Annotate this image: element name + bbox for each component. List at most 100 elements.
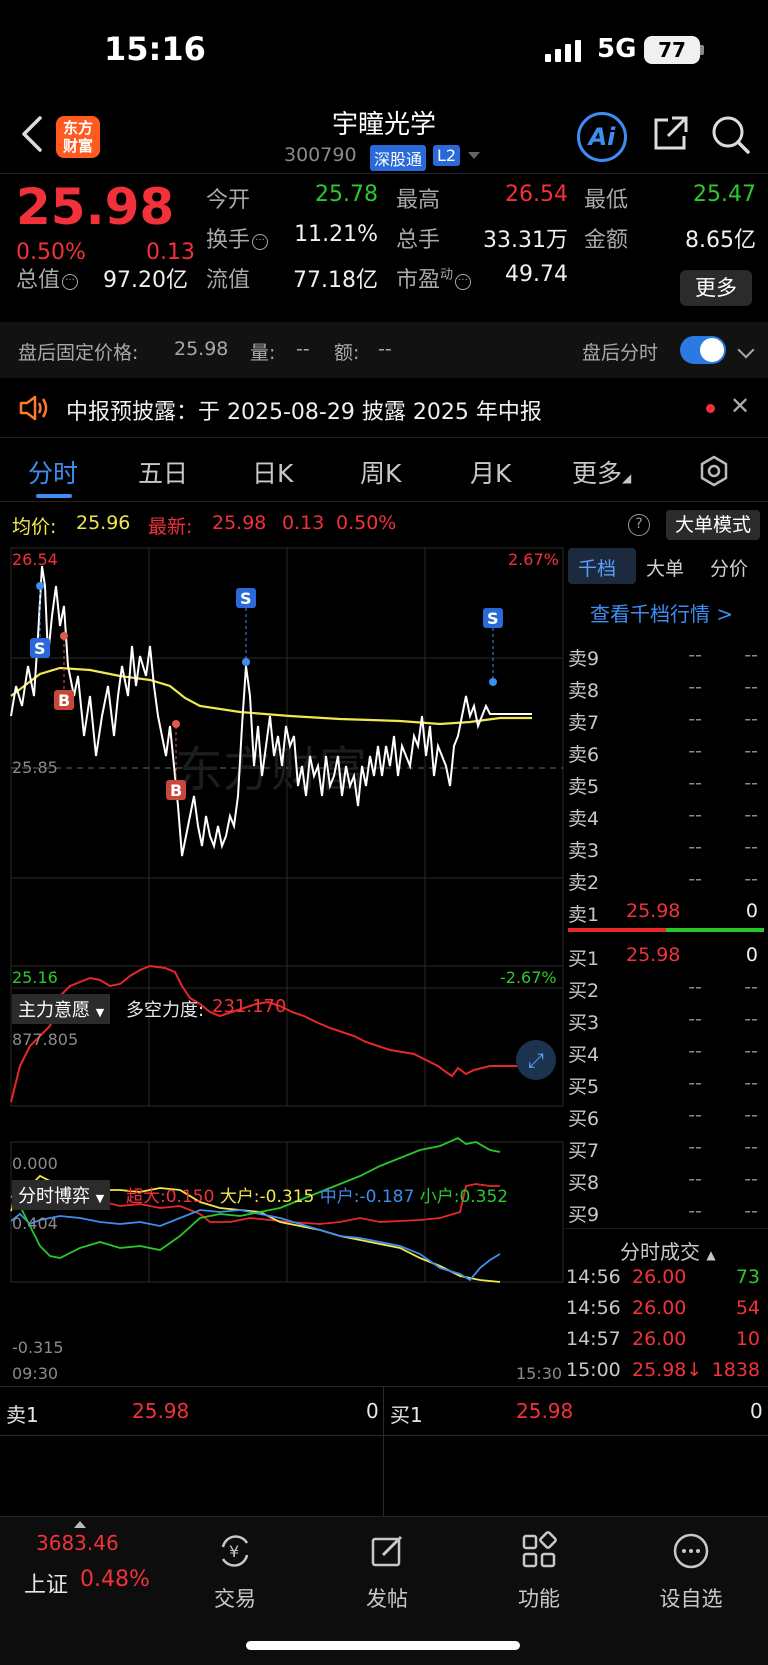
after-vol-label: 量:	[250, 342, 276, 364]
home-indicator[interactable]	[246, 1641, 520, 1650]
index-percent[interactable]: 0.48%	[80, 1567, 150, 1592]
legend-mid-value: -0.187	[359, 1187, 415, 1207]
ind2-y-min: -0.315	[12, 1338, 64, 1357]
bids-row[interactable]: 买4 -- --	[566, 1036, 764, 1068]
bids-level-label: 买4	[568, 1044, 600, 1066]
legend-small-label: 小户:	[419, 1187, 460, 1207]
asks-row[interactable]: 卖9 -- --	[566, 640, 764, 672]
tab-price-dist[interactable]: 分价	[710, 554, 748, 581]
asks-level-price: --	[688, 836, 702, 858]
asks-row[interactable]: 卖8 -- --	[566, 672, 764, 704]
indicator2-select[interactable]: 分时博弈 ▼	[12, 1180, 111, 1210]
y-mid-label: 25.85	[12, 758, 58, 777]
asks-level-volume: 0	[745, 900, 758, 922]
gear-icon[interactable]	[697, 454, 731, 488]
tab-more[interactable]: 更多◢	[572, 454, 631, 490]
asks-row[interactable]: 卖3 -- --	[566, 832, 764, 864]
nav-functions[interactable]: 功能	[484, 1531, 594, 1611]
tab-intraday[interactable]: 分时	[28, 454, 78, 490]
latest-value: 25.98	[212, 512, 267, 534]
tab-daily[interactable]: 日K	[252, 454, 293, 490]
more-info-icon[interactable]: ···	[252, 234, 269, 250]
asks-row[interactable]: 卖1 25.98 0	[566, 896, 764, 928]
latest-percent: 0.50%	[336, 512, 397, 534]
indicator1-select[interactable]: 主力意愿 ▼	[12, 994, 111, 1024]
sell-marker[interactable]: S	[483, 608, 503, 686]
bids-row[interactable]: 买9 -- --	[566, 1196, 764, 1228]
share-icon[interactable]	[650, 114, 690, 154]
bids-level-price: --	[688, 1136, 702, 1158]
bids-level-volume: --	[744, 1136, 758, 1158]
nav-add-watchlist[interactable]: 设自选	[636, 1531, 746, 1611]
trade-price: 26.00	[632, 1266, 687, 1288]
bids-row[interactable]: 买6 -- --	[566, 1100, 764, 1132]
index-name[interactable]: 上证	[24, 1567, 68, 1599]
asks-level-price: --	[688, 804, 702, 826]
pe-type: 动	[440, 267, 454, 283]
buy-marker[interactable]: B	[54, 632, 74, 710]
tab-weekly[interactable]: 周K	[360, 454, 401, 490]
turnover-label[interactable]: 换手 ···	[206, 222, 269, 254]
pe-label-text: 市盈	[396, 268, 441, 293]
bids-row[interactable]: 买8 -- --	[566, 1164, 764, 1196]
nav-trade[interactable]: ¥ 交易	[180, 1531, 290, 1611]
chevron-down-icon[interactable]	[737, 341, 755, 359]
index-value[interactable]: 3683.46	[36, 1531, 119, 1555]
ind2-y-max: 0.404	[12, 1214, 58, 1233]
more-info-icon[interactable]: ···	[62, 274, 79, 290]
tab-big-orders[interactable]: 大单	[646, 554, 684, 581]
chevron-down-icon[interactable]	[468, 152, 480, 159]
nav-functions-label: 功能	[518, 1587, 560, 1611]
asks-level-price: --	[688, 708, 702, 730]
asks-row[interactable]: 卖2 -- --	[566, 864, 764, 896]
y-min-label: 25.16	[12, 968, 58, 987]
mktcap-label[interactable]: 总值 ···	[16, 262, 79, 294]
help-icon[interactable]: ?	[628, 514, 650, 536]
open-label: 今开	[206, 188, 251, 213]
nav-post[interactable]: 发帖	[332, 1531, 442, 1611]
asks-row[interactable]: 卖7 -- --	[566, 704, 764, 736]
bids-row[interactable]: 买1 25.98 0	[566, 940, 764, 972]
asks-row[interactable]: 卖6 -- --	[566, 736, 764, 768]
buy-marker-label: B	[170, 781, 182, 800]
view-depth-link[interactable]: 查看千档行情 >	[590, 598, 733, 627]
close-icon[interactable]: ✕	[730, 392, 750, 420]
ind1-y-min: 0.000	[12, 1154, 58, 1173]
big-order-mode-button[interactable]: 大单模式	[666, 510, 760, 540]
search-icon[interactable]	[710, 114, 752, 156]
caret-up-icon	[74, 1521, 86, 1528]
expand-icon[interactable]: ⤢	[516, 1040, 556, 1080]
trade-price: 25.98↓	[632, 1359, 703, 1381]
more-button[interactable]: 更多	[680, 270, 752, 306]
sell-marker[interactable]: S	[236, 588, 256, 666]
ai-button[interactable]: Ai	[577, 112, 627, 162]
nav-add-watchlist-label: 设自选	[659, 1587, 723, 1611]
asks-row[interactable]: 卖4 -- --	[566, 800, 764, 832]
tab-monthly[interactable]: 月K	[470, 454, 511, 490]
bids-level-volume: --	[744, 1040, 758, 1062]
grid-icon	[522, 1531, 557, 1568]
asks-level-volume: --	[744, 772, 758, 794]
watermark: 东方财富	[175, 742, 367, 798]
indicator1-grid	[10, 965, 564, 1107]
intraday-chart[interactable]: 东方财富 S B B S S	[0, 546, 564, 1388]
tab-5day[interactable]: 五日	[138, 454, 188, 490]
after-hours-row: 盘后固定价格: 25.98 量: -- 额: -- 盘后分时	[0, 322, 768, 378]
bids-row[interactable]: 买3 -- --	[566, 1004, 764, 1036]
bids-level-price: 25.98	[626, 944, 681, 966]
legend-mid-label: 中户:	[319, 1187, 360, 1207]
bids-row[interactable]: 买2 -- --	[566, 972, 764, 1004]
trades-title[interactable]: 分时成交 ▲	[620, 1236, 716, 1265]
notice-bar[interactable]: 中报预披露：于 2025-08-29 披露 2025 年中报 ✕	[0, 378, 768, 438]
mktcap-label-text: 总值	[16, 268, 61, 293]
bid1-label: 买1	[390, 1403, 423, 1427]
pe-label[interactable]: 市盈动 ···	[396, 262, 472, 294]
turnover-label-text: 换手	[206, 228, 251, 253]
asks-row[interactable]: 卖5 -- --	[566, 768, 764, 800]
bids-row[interactable]: 买5 -- --	[566, 1068, 764, 1100]
bids-row[interactable]: 买7 -- --	[566, 1132, 764, 1164]
tab-thousand-level[interactable]: 千档	[578, 554, 616, 581]
trade-row: 15:00 25.98↓ 1838	[566, 1359, 764, 1387]
edit-icon	[371, 1535, 403, 1567]
more-info-icon[interactable]: ···	[455, 274, 472, 290]
